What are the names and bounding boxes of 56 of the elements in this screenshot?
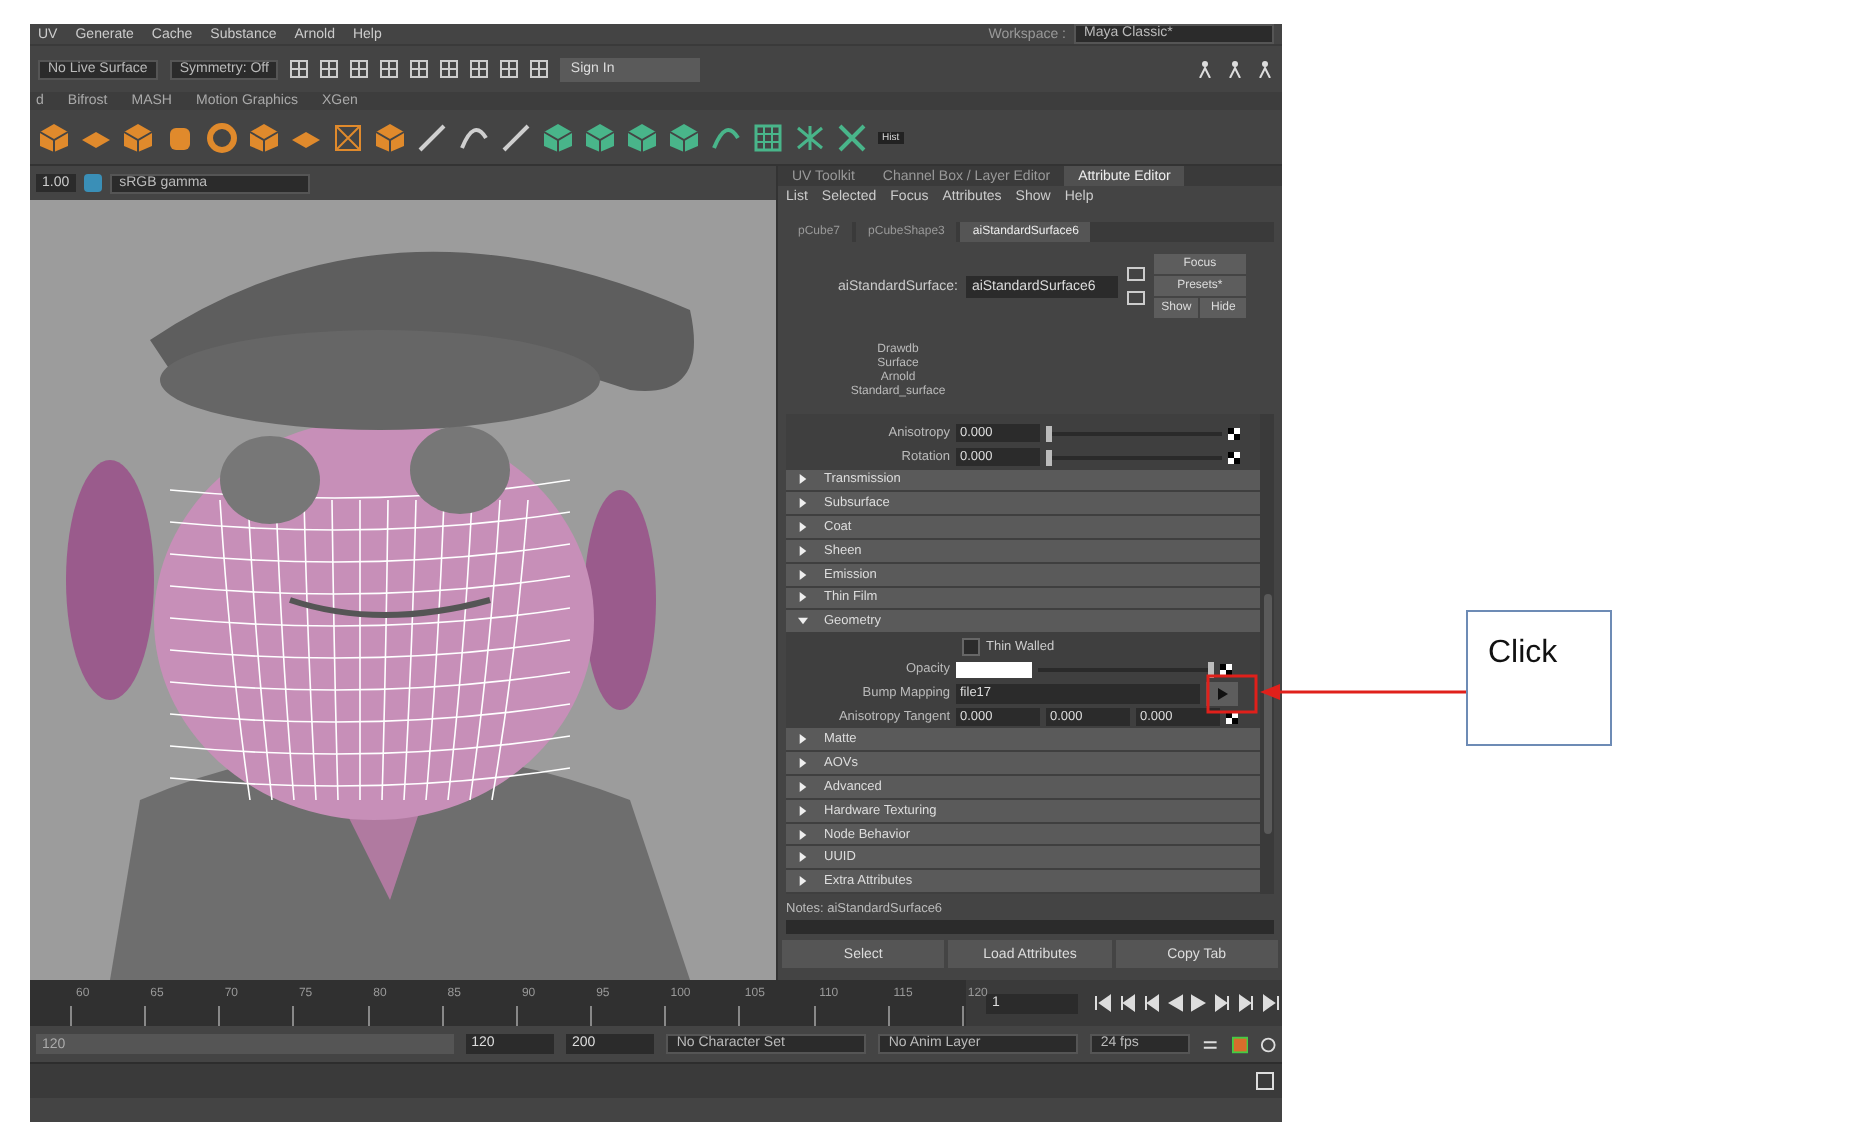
caret-right-icon[interactable] — [798, 592, 808, 603]
grid-icon[interactable] — [500, 60, 519, 78]
caret-right-icon[interactable] — [798, 545, 808, 556]
scrollbar[interactable] — [1260, 414, 1274, 894]
grid-icon[interactable] — [320, 60, 339, 78]
person-icon[interactable] — [1196, 60, 1214, 78]
lattice-icon[interactable] — [332, 121, 364, 153]
triangle-icon — [1216, 687, 1228, 700]
map-icon[interactable] — [1220, 663, 1232, 676]
cube-icon[interactable] — [668, 121, 700, 153]
cube-icon[interactable] — [374, 121, 406, 153]
torus-icon[interactable] — [206, 121, 238, 153]
cross-icon[interactable] — [836, 121, 868, 153]
caret-right-icon[interactable] — [798, 522, 808, 533]
playback-icon[interactable] — [1142, 994, 1160, 1012]
caret-down-icon[interactable] — [798, 616, 808, 627]
playback-icon[interactable] — [1214, 994, 1232, 1012]
connection-button[interactable] — [1206, 681, 1238, 706]
color-swatch[interactable] — [956, 661, 1032, 678]
grid-icon[interactable] — [470, 60, 489, 78]
highlight-box — [1206, 674, 1258, 714]
caret-right-icon[interactable] — [798, 781, 808, 792]
caret-right-icon[interactable] — [798, 876, 808, 887]
playback-icon[interactable] — [1262, 994, 1280, 1012]
grid-icon[interactable] — [350, 60, 369, 78]
slider-thumb[interactable] — [1046, 425, 1052, 442]
playback-icon[interactable] — [1094, 994, 1112, 1012]
cube-icon[interactable] — [248, 121, 280, 153]
caret-right-icon[interactable] — [798, 569, 808, 580]
checkbox[interactable] — [962, 637, 980, 656]
slider-thumb[interactable] — [1046, 449, 1052, 466]
playback-icon[interactable] — [1238, 994, 1256, 1012]
cube-icon[interactable] — [38, 121, 70, 153]
caret-right-icon[interactable] — [798, 805, 808, 816]
playback-icon[interactable] — [1118, 994, 1136, 1012]
caret-right-icon[interactable] — [798, 829, 808, 840]
cube-icon[interactable] — [542, 121, 574, 153]
notes-field[interactable] — [786, 920, 1274, 934]
cube-icon[interactable] — [122, 121, 154, 153]
cube-icon[interactable] — [626, 121, 658, 153]
caret-right-icon[interactable] — [798, 498, 808, 509]
grid-icon[interactable] — [752, 121, 784, 153]
grid-icon[interactable] — [410, 60, 429, 78]
caret-right-icon[interactable] — [798, 758, 808, 769]
grid-icon[interactable] — [290, 60, 309, 78]
grid-icon[interactable] — [530, 60, 549, 78]
caret-right-icon[interactable] — [798, 734, 808, 745]
grid-icon[interactable] — [380, 60, 399, 78]
caret-right-icon[interactable] — [798, 474, 808, 485]
person-icon[interactable] — [1226, 60, 1244, 78]
slider-thumb[interactable] — [1208, 661, 1214, 678]
person-icon[interactable] — [1256, 60, 1274, 78]
cube-icon[interactable] — [584, 121, 616, 153]
callout-text: Click — [1488, 636, 1558, 670]
grid-icon[interactable] — [440, 60, 459, 78]
caret-right-icon[interactable] — [798, 852, 808, 863]
